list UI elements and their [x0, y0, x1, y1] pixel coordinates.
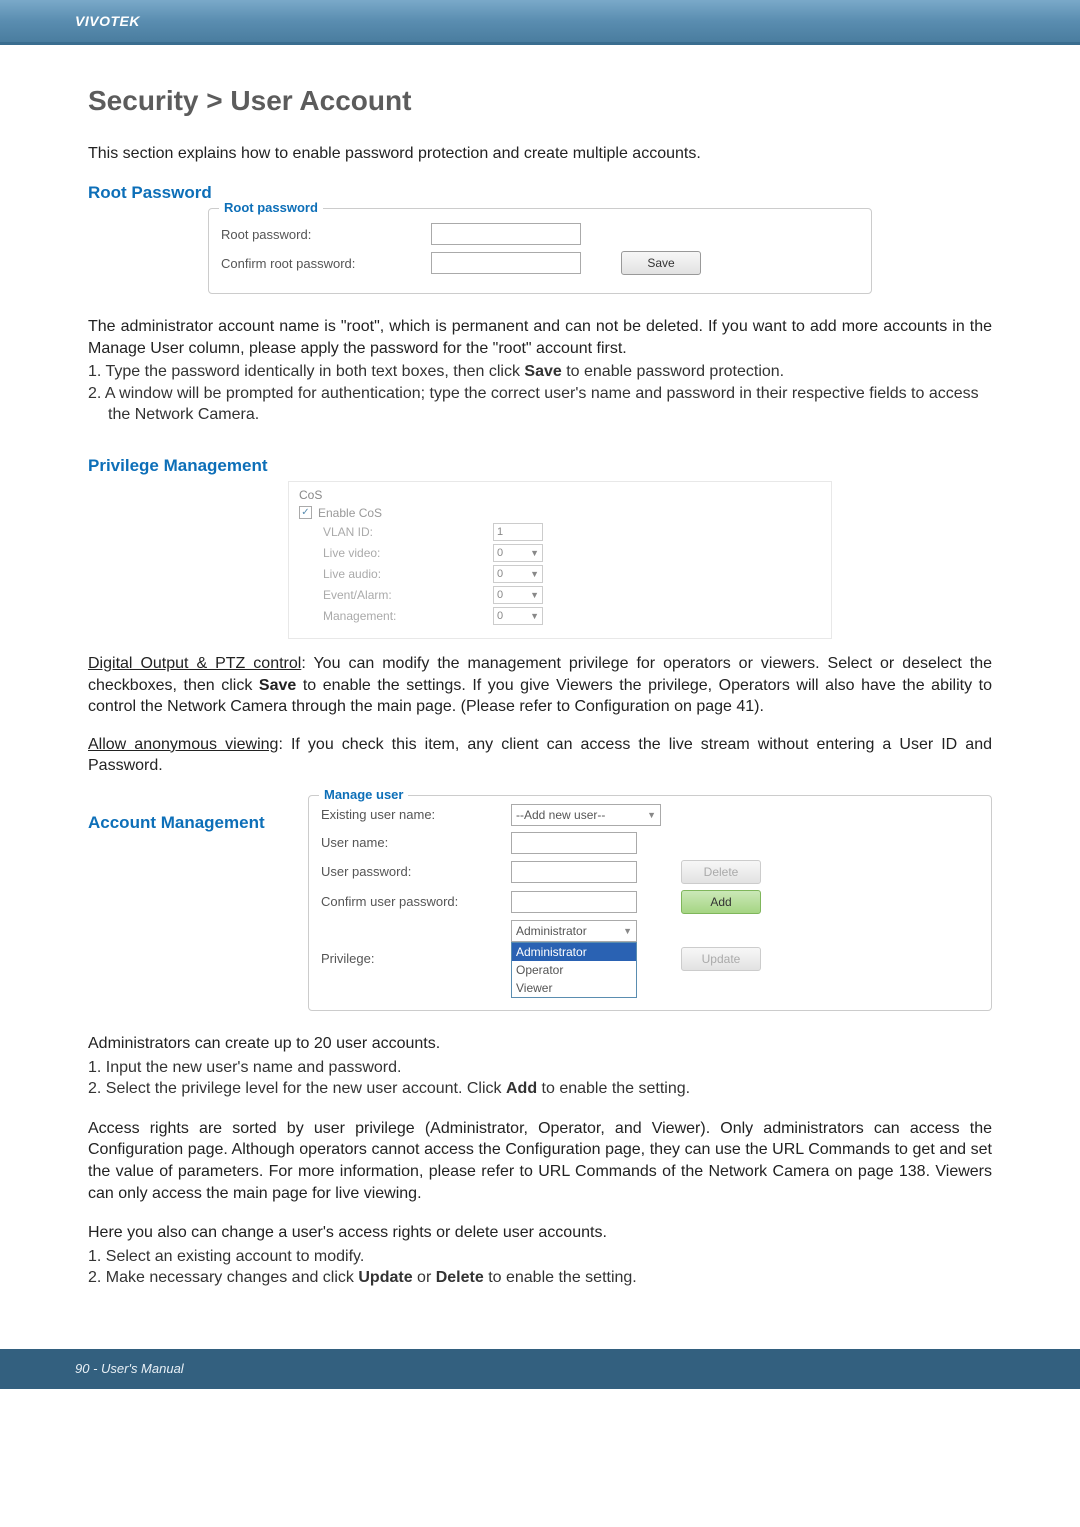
anonymous-viewing-paragraph: Allow anonymous viewing: If you check th… [88, 734, 992, 777]
add-button[interactable]: Add [681, 890, 761, 914]
root-password-fieldset: Root password Root password: Confirm roo… [208, 208, 872, 294]
change-step-2: 2. Make necessary changes and click Upda… [88, 1267, 992, 1289]
admins-step-1: 1. Input the new user's name and passwor… [88, 1057, 992, 1079]
change-step2-b1: Update [358, 1269, 412, 1286]
cos-title: CoS [299, 488, 821, 502]
footer-text: 90 - User's Manual [75, 1361, 184, 1376]
root-password-row: Root password: [221, 223, 859, 245]
existing-user-select[interactable]: --Add new user--▼ [511, 804, 661, 826]
account-management-section: Account Management Manage user Existing … [88, 795, 992, 1011]
admin-step2-text: 2. A window will be prompted for authent… [88, 385, 979, 424]
update-button[interactable]: Update [681, 947, 761, 971]
change-rights-paragraph: Here you also can change a user's access… [88, 1222, 992, 1244]
change-step2-mid: or [413, 1269, 436, 1286]
event-alarm-label: Event/Alarm: [323, 588, 493, 602]
change-step-1: 1. Select an existing account to modify. [88, 1246, 992, 1268]
admins-step2-bold: Add [506, 1080, 537, 1097]
enable-cos-row: ✓ Enable CoS [299, 506, 821, 520]
confirm-root-password-label: Confirm root password: [221, 256, 431, 271]
manage-user-fieldset: Manage user Existing user name: --Add ne… [308, 795, 992, 1011]
delete-button[interactable]: Delete [681, 860, 761, 884]
admins-create-paragraph: Administrators can create up to 20 user … [88, 1033, 992, 1055]
user-password-label: User password: [321, 864, 491, 879]
digital-para-bold: Save [259, 677, 296, 694]
admin-step-2: 2. A window will be prompted for authent… [88, 383, 992, 426]
existing-user-label: Existing user name: [321, 807, 491, 822]
user-password-input[interactable] [511, 861, 637, 883]
save-button[interactable]: Save [621, 251, 701, 275]
event-alarm-row: Event/Alarm: 0▼ [323, 586, 821, 604]
privilege-select[interactable]: Administrator▼ [511, 920, 637, 942]
privilege-select-wrapper: Administrator▼ Administrator Operator Vi… [511, 920, 661, 998]
admins-step2-pre: 2. Select the privilege level for the ne… [88, 1080, 506, 1097]
digital-output-link: Digital Output & PTZ control [88, 655, 301, 672]
root-password-legend: Root password [219, 200, 323, 215]
change-steps: 1. Select an existing account to modify.… [88, 1246, 992, 1289]
change-step2-post: to enable the setting. [484, 1269, 637, 1286]
privilege-option-viewer[interactable]: Viewer [512, 979, 636, 997]
confirm-user-password-input[interactable] [511, 891, 637, 913]
brand-text: VIVOTEK [75, 13, 140, 29]
manage-user-legend: Manage user [319, 787, 408, 802]
live-audio-label: Live audio: [323, 567, 493, 581]
management-select[interactable]: 0▼ [493, 607, 543, 625]
confirm-root-password-input[interactable] [431, 252, 581, 274]
admin-step-1: 1. Type the password identically in both… [88, 361, 992, 383]
live-video-select[interactable]: 0▼ [493, 544, 543, 562]
privilege-management-heading: Privilege Management [88, 456, 992, 476]
management-label: Management: [323, 609, 493, 623]
page-footer: 90 - User's Manual [0, 1349, 1080, 1389]
chevron-down-icon: ▼ [647, 810, 656, 820]
account-management-heading: Account Management [88, 813, 308, 833]
root-password-label: Root password: [221, 227, 431, 242]
admin-steps: 1. Type the password identically in both… [88, 361, 992, 426]
content-area: Security > User Account This section exp… [0, 45, 1080, 1349]
chevron-down-icon: ▼ [530, 569, 539, 579]
anonymous-viewing-link: Allow anonymous viewing [88, 736, 278, 753]
chevron-down-icon: ▼ [623, 926, 632, 936]
change-step2-pre: 2. Make necessary changes and click [88, 1269, 358, 1286]
enable-cos-label: Enable CoS [318, 506, 382, 520]
change-step2-b2: Delete [436, 1269, 484, 1286]
admin-step1-post: to enable password protection. [562, 363, 784, 380]
event-alarm-select[interactable]: 0▼ [493, 586, 543, 604]
privilege-option-operator[interactable]: Operator [512, 961, 636, 979]
chevron-down-icon: ▼ [530, 548, 539, 558]
digital-output-paragraph: Digital Output & PTZ control: You can mo… [88, 653, 992, 718]
page-header: VIVOTEK [0, 0, 1080, 45]
admins-step-2: 2. Select the privilege level for the ne… [88, 1078, 992, 1100]
confirm-user-password-label: Confirm user password: [321, 894, 491, 909]
vlan-id-row: VLAN ID: 1 [323, 523, 821, 541]
enable-cos-checkbox[interactable]: ✓ [299, 506, 312, 519]
confirm-root-password-row: Confirm root password: Save [221, 251, 859, 275]
chevron-down-icon: ▼ [530, 590, 539, 600]
management-row: Management: 0▼ [323, 607, 821, 625]
admin-account-paragraph: The administrator account name is "root"… [88, 316, 992, 359]
user-name-label: User name: [321, 835, 491, 850]
cos-fieldset: CoS ✓ Enable CoS VLAN ID: 1 Live video: … [288, 481, 832, 639]
breadcrumb: Security > User Account [88, 85, 992, 117]
intro-paragraph: This section explains how to enable pass… [88, 145, 992, 163]
vlan-id-input[interactable]: 1 [493, 523, 543, 541]
live-audio-row: Live audio: 0▼ [323, 565, 821, 583]
access-rights-paragraph: Access rights are sorted by user privile… [88, 1118, 992, 1204]
admins-steps: 1. Input the new user's name and passwor… [88, 1057, 992, 1100]
chevron-down-icon: ▼ [530, 611, 539, 621]
vlan-id-label: VLAN ID: [323, 525, 493, 539]
privilege-dropdown-list: Administrator Operator Viewer [511, 942, 637, 998]
privilege-option-administrator[interactable]: Administrator [512, 943, 636, 961]
admin-step1-pre: 1. Type the password identically in both… [88, 363, 524, 380]
live-video-row: Live video: 0▼ [323, 544, 821, 562]
user-name-input[interactable] [511, 832, 637, 854]
admins-step2-post: to enable the setting. [537, 1080, 690, 1097]
live-audio-select[interactable]: 0▼ [493, 565, 543, 583]
root-password-input[interactable] [431, 223, 581, 245]
admin-step1-bold: Save [524, 363, 561, 380]
live-video-label: Live video: [323, 546, 493, 560]
privilege-label: Privilege: [321, 951, 491, 966]
